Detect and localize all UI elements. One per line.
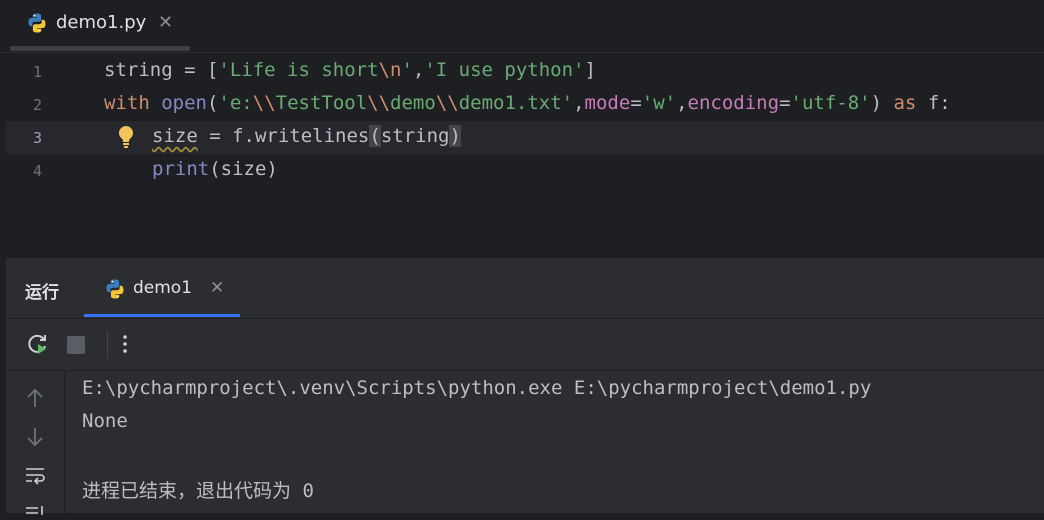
python-icon bbox=[104, 278, 126, 304]
console-gutter bbox=[6, 371, 65, 515]
active-tab-indicator bbox=[10, 46, 190, 51]
console-command-line: E:\pycharmproject\.venv\Scripts\python.e… bbox=[82, 377, 872, 399]
run-panel-header: 运行 demo1 ✕ bbox=[6, 258, 1044, 319]
code-token: ( bbox=[369, 125, 381, 147]
scroll-to-end-icon[interactable] bbox=[24, 501, 46, 520]
console-output-line: None bbox=[82, 410, 128, 432]
code-token: TestTool bbox=[275, 92, 368, 114]
run-tab-label: demo1 bbox=[133, 278, 193, 298]
code-token: \\ bbox=[252, 92, 276, 114]
code-text[interactable]: string = ['Life is short\n','I use pytho… bbox=[104, 59, 596, 81]
code-token: = bbox=[779, 92, 791, 114]
code-line-4[interactable]: 4 print(size) bbox=[6, 154, 1044, 187]
code-token: open bbox=[161, 92, 207, 114]
line-number: 3 bbox=[32, 129, 42, 147]
code-token: string = [ bbox=[104, 59, 219, 81]
code-line-1[interactable]: 1 string = ['Life is short\n','I use pyt… bbox=[6, 55, 1044, 88]
code-token: string bbox=[380, 125, 450, 147]
code-token: demo1.txt' bbox=[458, 92, 574, 114]
rerun-icon[interactable] bbox=[26, 332, 50, 360]
stop-icon[interactable] bbox=[66, 335, 86, 359]
close-icon[interactable]: ✕ bbox=[158, 12, 173, 33]
active-tab-indicator bbox=[84, 314, 240, 317]
editor-tab-demo1[interactable]: demo1.py ✕ bbox=[10, 0, 190, 52]
code-token: 'Life is short bbox=[218, 59, 379, 81]
soft-wrap-icon[interactable] bbox=[24, 465, 46, 491]
code-token: ] bbox=[584, 59, 596, 81]
arrow-up-icon[interactable] bbox=[24, 387, 46, 413]
more-vertical-icon[interactable] bbox=[119, 332, 131, 360]
code-token: , bbox=[676, 92, 688, 114]
code-token: \n bbox=[378, 59, 402, 81]
toolbar-divider bbox=[107, 331, 108, 359]
code-token: 'I use python' bbox=[424, 59, 585, 81]
run-tab-demo1[interactable]: demo1 ✕ bbox=[84, 258, 240, 318]
code-token: encoding bbox=[687, 92, 780, 114]
python-icon bbox=[26, 12, 48, 38]
code-token: ' bbox=[401, 59, 413, 81]
code-token: = f.writelines bbox=[197, 125, 370, 147]
code-token: as bbox=[893, 92, 917, 114]
code-text[interactable]: size = f.writelines(string) bbox=[152, 125, 461, 147]
code-line-3[interactable]: 3 size = f.writelines(string) bbox=[6, 121, 1044, 154]
line-number: 4 bbox=[32, 162, 42, 180]
code-token: print bbox=[152, 158, 210, 180]
code-token: mode bbox=[584, 92, 631, 114]
code-token: f: bbox=[916, 92, 951, 114]
code-token: 'utf-8' bbox=[790, 92, 871, 114]
code-text[interactable]: with open('e:\\TestTool\\demo\\demo1.txt… bbox=[104, 92, 951, 114]
code-token: \\ bbox=[367, 92, 391, 114]
code-token: \\ bbox=[435, 92, 459, 114]
run-console[interactable]: E:\pycharmproject\.venv\Scripts\python.e… bbox=[6, 371, 1044, 515]
editor-tab-label: demo1.py bbox=[56, 12, 147, 33]
code-token: = bbox=[630, 92, 642, 114]
line-number: 2 bbox=[32, 96, 42, 114]
code-text[interactable]: print(size) bbox=[152, 158, 278, 180]
code-editor[interactable]: 1 string = ['Life is short\n','I use pyt… bbox=[6, 53, 1044, 258]
close-icon[interactable]: ✕ bbox=[210, 278, 224, 298]
editor-tab-bar: demo1.py ✕ bbox=[0, 0, 1044, 53]
code-token: 'e: bbox=[218, 92, 253, 114]
code-token: , bbox=[412, 59, 425, 81]
code-token: with bbox=[104, 92, 162, 114]
code-line-2[interactable]: 2 with open('e:\\TestTool\\demo\\demo1.t… bbox=[6, 88, 1044, 121]
line-number: 1 bbox=[32, 63, 42, 81]
run-panel-title: 运行 bbox=[25, 283, 59, 303]
code-token: (size) bbox=[209, 158, 278, 180]
code-token: ) bbox=[449, 125, 461, 147]
code-token: ) bbox=[870, 92, 894, 114]
code-token: size bbox=[152, 125, 198, 147]
code-token: 'w' bbox=[641, 92, 677, 114]
console-exit-message: 进程已结束，退出代码为 0 bbox=[82, 480, 314, 502]
code-token: demo bbox=[390, 92, 436, 114]
arrow-down-icon[interactable] bbox=[24, 426, 46, 452]
code-token: ( bbox=[206, 92, 219, 114]
run-toolbar bbox=[6, 319, 1044, 371]
lightbulb-icon[interactable] bbox=[116, 124, 136, 154]
code-token: , bbox=[573, 92, 585, 114]
